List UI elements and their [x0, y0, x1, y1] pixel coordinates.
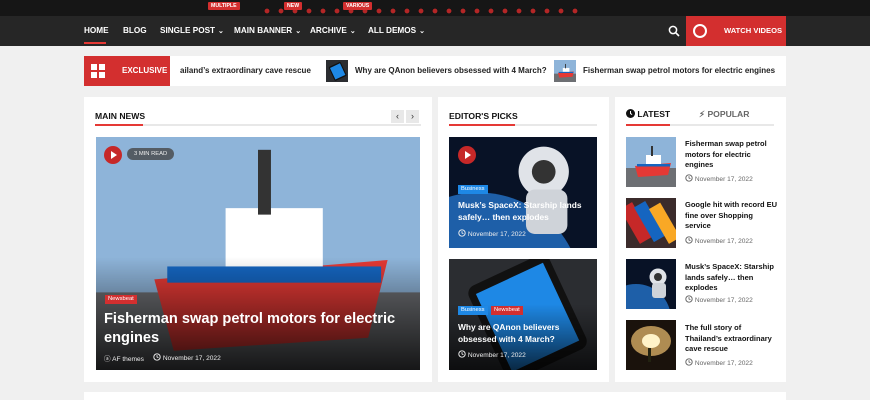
slider-next-button[interactable]: › [406, 110, 419, 123]
nav-item-all-demos[interactable]: ALL DEMOS ⌄ [368, 16, 425, 46]
clock-icon [685, 358, 693, 366]
section-title: MAIN NEWS [95, 111, 146, 121]
clock-icon [458, 229, 466, 237]
chevron-down-icon: ⌄ [419, 28, 425, 35]
chevron-down-icon: ⌄ [295, 28, 302, 35]
nav-badge: MULTIPLE [208, 2, 240, 10]
main-news-panel: MAIN NEWS ‹ › 3 MIN READ Newsbeat Fisher… [84, 97, 432, 382]
tab-latest[interactable]: LATEST [626, 109, 670, 119]
clock-icon [685, 174, 693, 182]
main-news-author[interactable]: ⓐ AF themes [104, 353, 144, 363]
nav-item-main-banner[interactable]: NEW MAIN BANNER ⌄ [234, 2, 303, 46]
main-news-headline[interactable]: Fisherman swap petrol motors for electri… [104, 310, 409, 348]
active-nav-indicator [84, 42, 106, 44]
category-badge[interactable]: Business [458, 306, 488, 315]
nav-item-single-post[interactable]: MULTIPLE SINGLE POST ⌄ [160, 2, 240, 46]
ticker-thumbnail[interactable] [554, 60, 576, 82]
sidebar-item[interactable]: Musk’s SpaceX: Starship lands safely… th… [626, 259, 776, 309]
clock-icon [685, 295, 693, 303]
clock-icon [153, 353, 161, 361]
main-news-card[interactable]: 3 MIN READ Newsbeat Fisherman swap petro… [96, 137, 420, 370]
section-title: EDITOR'S PICKS [449, 111, 518, 121]
nav-label: BLOG [123, 26, 147, 35]
nav-item-blog[interactable]: BLOG [123, 16, 147, 46]
editors-pick-headline[interactable]: Why are QAnon believers obsessed with 4 … [458, 322, 593, 345]
category-badge[interactable]: Business [458, 185, 488, 194]
bolt-icon: ⚡︎ [699, 109, 706, 119]
grid-icon [91, 64, 105, 78]
exclusive-ticker: EXCLUSIVE ailand’s extraordinary cave re… [84, 56, 786, 86]
section-underline [449, 124, 597, 126]
ticker-thumbnail[interactable] [326, 60, 348, 82]
author-icon: ⓐ [104, 356, 113, 363]
watch-videos-button[interactable]: WATCH VIDEOS [686, 16, 786, 46]
top-decoration [0, 0, 870, 16]
category-badge[interactable]: Newsbeat [491, 306, 523, 315]
tab-underline [626, 124, 774, 126]
editors-pick-card[interactable]: Business Newsbeat Why are QAnon believer… [449, 259, 597, 370]
ticker-item[interactable]: Why are QAnon believers obsessed with 4 … [355, 56, 547, 86]
nav-item-archive[interactable]: VARIOUS ARCHIVE ⌄ [310, 2, 373, 46]
editors-pick-headline[interactable]: Musk’s SpaceX: Starship lands safely… th… [458, 200, 593, 223]
tab-popular[interactable]: ⚡︎ POPULAR [699, 109, 749, 120]
chevron-down-icon: ⌄ [218, 28, 224, 35]
sidebar-item-title[interactable]: The full story of Thailand’s extraordina… [685, 323, 780, 355]
next-section-panel [84, 392, 786, 400]
sidebar-item-date: November 17, 2022 [685, 358, 753, 367]
sidebar-thumbnail [626, 320, 676, 370]
sidebar-item-date: November 17, 2022 [685, 174, 753, 183]
watch-videos-label: WATCH VIDEOS [724, 26, 783, 35]
sidebar-thumbnail [626, 198, 676, 248]
clock-icon [458, 350, 466, 358]
editors-pick-date: November 17, 2022 [458, 350, 526, 359]
main-navigation: HOME BLOG MULTIPLE SINGLE POST ⌄ NEW MAIN… [0, 2, 870, 46]
sidebar-item[interactable]: Fisherman swap petrol motors for electri… [626, 137, 776, 187]
nav-label: ARCHIVE [310, 26, 347, 35]
editors-pick-card[interactable]: Business Musk’s SpaceX: Starship lands s… [449, 137, 597, 248]
sidebar-item-date: November 17, 2022 [685, 295, 753, 304]
sidebar-thumbnail [626, 137, 676, 187]
sidebar-thumbnail [626, 259, 676, 309]
sidebar-item-title[interactable]: Google hit with record EU fine over Shop… [685, 200, 780, 232]
editors-picks-panel: EDITOR'S PICKS Business Musk’s SpaceX: S… [438, 97, 609, 382]
latest-popular-panel: LATEST ⚡︎ POPULAR Fisherman swap petrol … [615, 97, 786, 382]
editors-pick-date: November 17, 2022 [458, 229, 526, 238]
nav-badge: VARIOUS [343, 2, 373, 10]
exclusive-label: EXCLUSIVE [122, 66, 168, 75]
nav-label: HOME [84, 26, 109, 35]
nav-label: MAIN BANNER [234, 26, 293, 35]
section-underline [95, 124, 421, 126]
main-news-date: November 17, 2022 [153, 353, 221, 362]
play-circle-icon [693, 24, 707, 38]
read-time-badge: 3 MIN READ [127, 148, 175, 160]
slider-prev-button[interactable]: ‹ [391, 110, 404, 123]
exclusive-badge: EXCLUSIVE [84, 56, 170, 86]
nav-label: SINGLE POST [160, 26, 216, 35]
nav-badge: NEW [284, 2, 303, 10]
play-icon[interactable] [104, 146, 122, 164]
sidebar-item[interactable]: The full story of Thailand’s extraordina… [626, 320, 776, 370]
play-icon[interactable] [458, 146, 476, 164]
sidebar-item-title[interactable]: Fisherman swap petrol motors for electri… [685, 139, 780, 171]
clock-icon [685, 236, 693, 244]
sidebar-item[interactable]: Google hit with record EU fine over Shop… [626, 198, 777, 248]
ticker-item[interactable]: ailand’s extraordinary cave rescue [180, 56, 311, 86]
chevron-down-icon: ⌄ [349, 28, 356, 35]
nav-label: ALL DEMOS [368, 26, 417, 35]
sidebar-item-title[interactable]: Musk’s SpaceX: Starship lands safely… th… [685, 262, 780, 294]
category-badge[interactable]: Newsbeat [105, 295, 137, 304]
search-icon[interactable] [668, 25, 680, 37]
sidebar-item-date: November 17, 2022 [685, 236, 753, 245]
ticker-item[interactable]: Fisherman swap petrol motors for electri… [583, 56, 775, 86]
clock-icon [626, 109, 635, 118]
